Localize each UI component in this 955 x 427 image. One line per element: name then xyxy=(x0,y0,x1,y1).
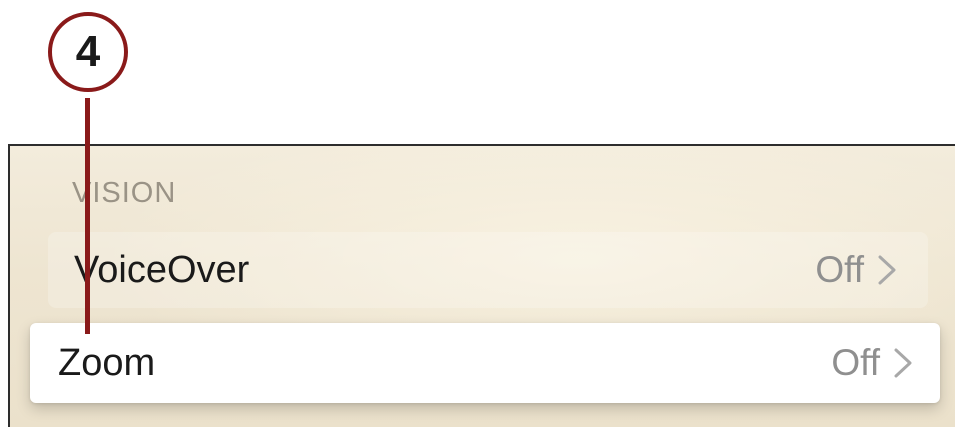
zoom-row[interactable]: Zoom Off xyxy=(30,323,940,403)
voiceover-value-group: Off xyxy=(815,249,900,291)
zoom-value-group: Off xyxy=(831,342,916,384)
zoom-label: Zoom xyxy=(58,341,156,384)
voiceover-value: Off xyxy=(815,249,864,290)
chevron-right-icon xyxy=(878,255,896,285)
voiceover-row[interactable]: VoiceOver Off xyxy=(48,232,928,308)
zoom-value: Off xyxy=(831,342,880,383)
callout-pointer-line xyxy=(85,98,90,334)
callout-badge: 4 xyxy=(48,12,128,92)
accessibility-settings-screen: VISION VoiceOver Off Zoom Off xyxy=(8,144,955,427)
chevron-right-icon xyxy=(894,348,912,378)
stage: VISION VoiceOver Off Zoom Off 4 xyxy=(0,0,955,427)
voiceover-label: VoiceOver xyxy=(74,248,250,291)
callout-number: 4 xyxy=(75,27,101,76)
